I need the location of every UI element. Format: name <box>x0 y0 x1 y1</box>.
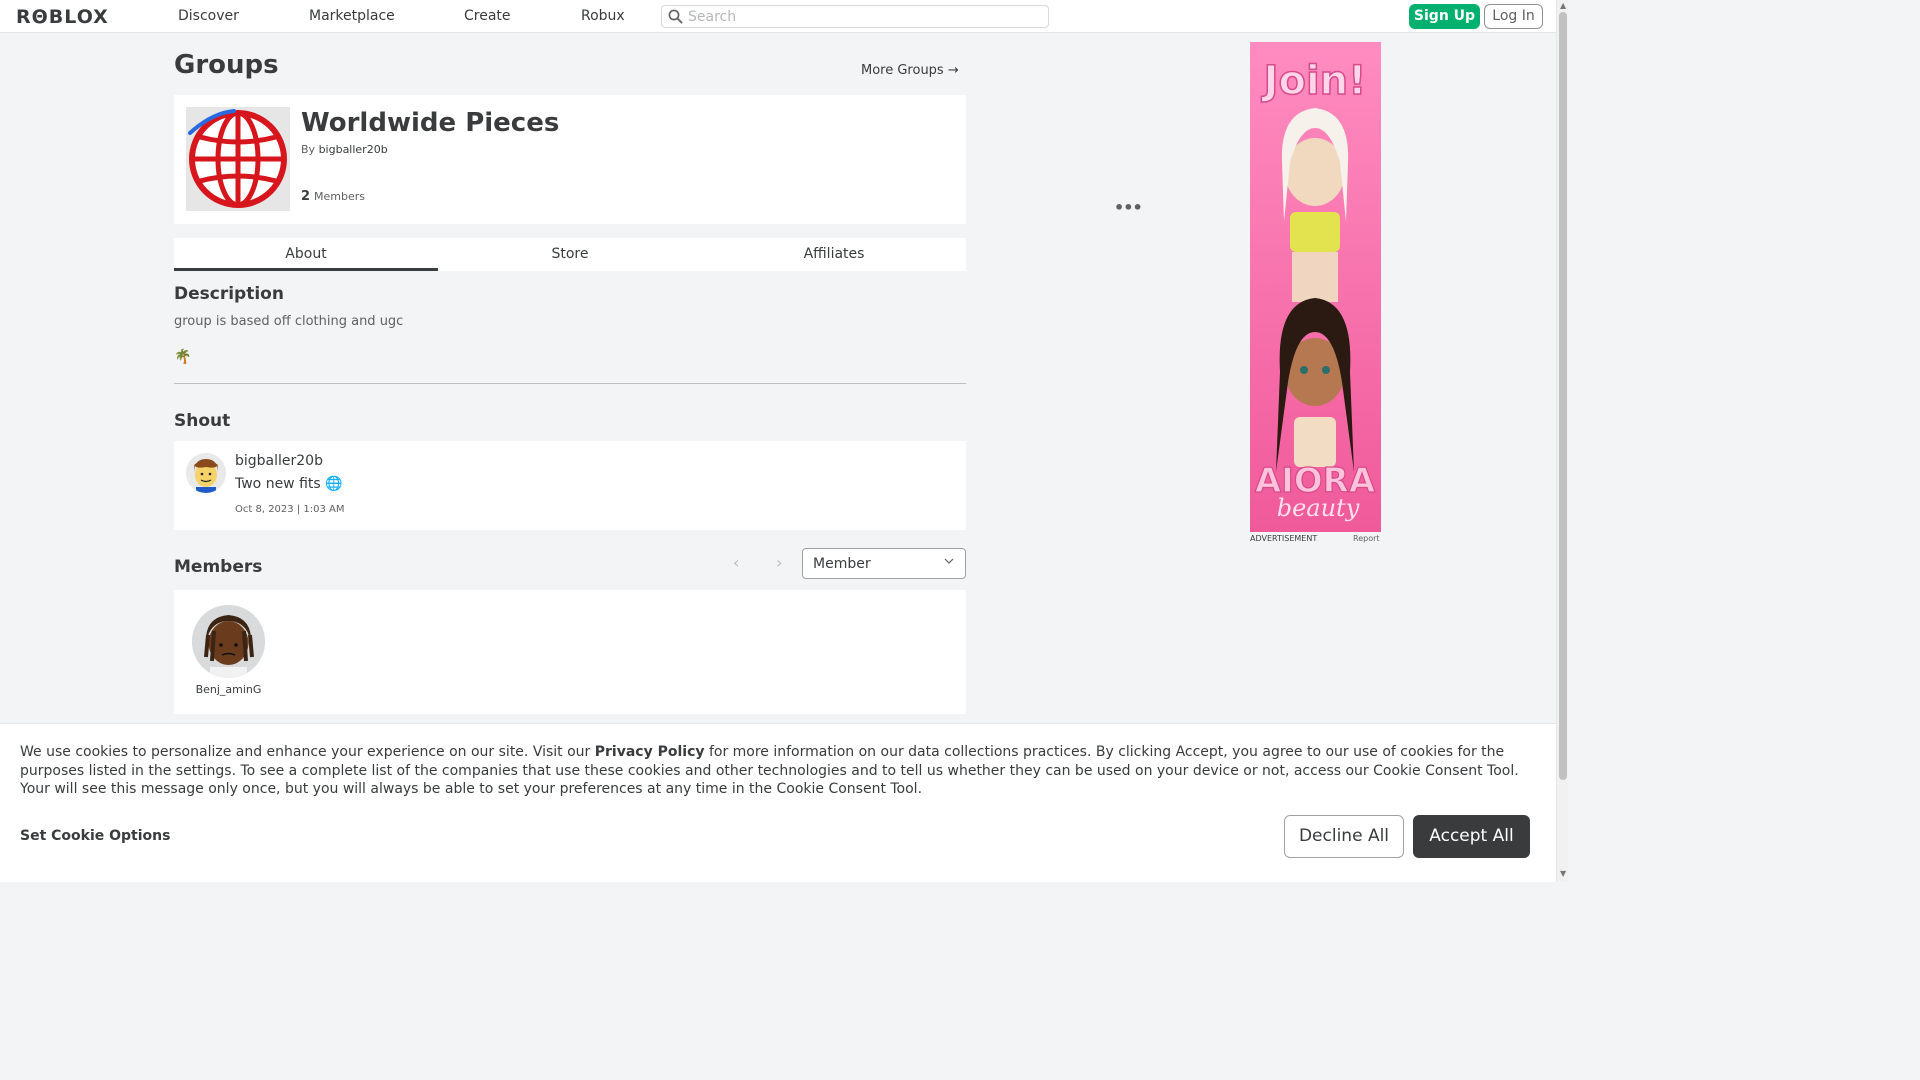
privacy-policy-link[interactable]: Privacy Policy <box>595 744 705 760</box>
more-groups-link[interactable]: More Groups → <box>861 63 959 78</box>
group-menu-ellipsis-icon[interactable]: ••• <box>1114 198 1143 217</box>
members-list: Benj_aminG <box>174 590 966 714</box>
accept-all-button[interactable]: Accept All <box>1413 815 1530 858</box>
member-username[interactable]: Benj_aminG <box>184 683 273 696</box>
group-owner: By bigballer20b <box>301 143 388 156</box>
member-count-number: 2 <box>301 189 311 204</box>
pager-prev-icon[interactable]: ‹ <box>733 553 739 572</box>
decline-all-button[interactable]: Decline All <box>1284 815 1404 858</box>
ad-report-link[interactable]: Report <box>1353 534 1380 543</box>
log-in-button[interactable]: Log In <box>1484 4 1543 29</box>
advertisement-banner[interactable]: Join! AIORA beauty <box>1250 42 1381 532</box>
member-avatar[interactable] <box>192 605 265 678</box>
shout-heading: Shout <box>174 411 231 431</box>
scroll-up-arrow-icon[interactable]: ▲ <box>1560 1 1566 10</box>
member-count-label: Members <box>314 190 366 203</box>
page-scrollbar[interactable]: ▲ ▼ <box>1556 0 1568 882</box>
section-divider <box>174 383 966 384</box>
chevron-down-icon <box>944 556 954 569</box>
nav-create[interactable]: Create <box>464 8 511 24</box>
palm-tree-emoji: 🌴 <box>174 349 192 365</box>
shout-user-avatar[interactable] <box>186 453 226 493</box>
members-heading: Members <box>174 557 263 577</box>
shout-username[interactable]: bigballer20b <box>235 453 323 469</box>
member-count: 2 Members <box>301 189 365 204</box>
cookie-text: We use cookies to personalize and enhanc… <box>20 743 1540 799</box>
shout-date: Oct 8, 2023 | 1:03 AM <box>235 504 345 515</box>
tab-affiliates[interactable]: Affiliates <box>702 238 966 271</box>
nav-robux[interactable]: Robux <box>581 8 625 24</box>
pager-next-icon[interactable]: › <box>776 553 782 572</box>
globe-emoji: 🌐 <box>325 476 343 492</box>
scroll-down-arrow-icon[interactable]: ▼ <box>1560 869 1566 878</box>
nav-discover[interactable]: Discover <box>178 8 239 24</box>
group-emblem-image <box>186 107 290 211</box>
tab-store[interactable]: Store <box>438 238 702 271</box>
advertisement-label: ADVERTISEMENT <box>1250 534 1318 543</box>
nav-marketplace[interactable]: Marketplace <box>309 8 395 24</box>
set-cookie-options-link[interactable]: Set Cookie Options <box>20 828 170 844</box>
page-title: Groups <box>174 50 279 80</box>
top-navigation-bar: RΘBLOX Discover Marketplace Create Robux… <box>0 0 1556 33</box>
scrollbar-thumb[interactable] <box>1559 12 1567 780</box>
search-box[interactable] <box>661 5 1049 28</box>
cookie-consent-banner: We use cookies to personalize and enhanc… <box>0 723 1556 882</box>
member-role-select[interactable]: Member <box>802 548 966 579</box>
sign-up-button[interactable]: Sign Up <box>1409 4 1480 29</box>
by-label: By <box>301 143 316 156</box>
description-text: group is based off clothing and ugc <box>174 314 404 329</box>
group-tabs: About Store Affiliates <box>174 238 966 271</box>
shout-card: bigballer20b Two new fits 🌐 Oct 8, 2023 … <box>174 441 966 530</box>
shout-message: Two new fits 🌐 <box>235 476 343 492</box>
svg-text:Join!: Join! <box>1261 58 1367 104</box>
group-name: Worldwide Pieces <box>301 108 560 138</box>
roblox-logo[interactable]: RΘBLOX <box>16 6 109 28</box>
owner-link[interactable]: bigballer20b <box>319 143 388 156</box>
shout-message-text: Two new fits <box>235 476 321 492</box>
group-header-card: ••• <box>174 95 1143 224</box>
cookie-text-before: We use cookies to personalize and enhanc… <box>20 744 595 760</box>
description-heading: Description <box>174 284 284 304</box>
tab-about[interactable]: About <box>174 238 438 271</box>
member-role-value: Member <box>813 556 871 572</box>
search-icon <box>668 9 683 28</box>
search-input[interactable] <box>688 8 1038 26</box>
ad-brand-sub: beauty <box>1277 494 1360 522</box>
